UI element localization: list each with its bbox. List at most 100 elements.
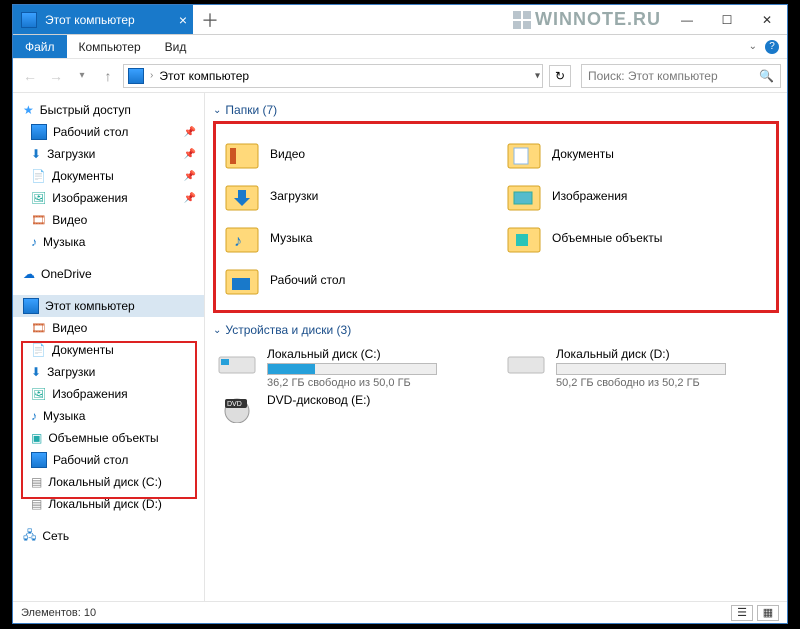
pc-icon (128, 68, 144, 84)
window-close-button[interactable]: ✕ (747, 5, 787, 34)
picture-icon: 🖼 (31, 387, 46, 401)
pin-icon: 📌 (184, 193, 196, 204)
folders-group-header[interactable]: ⌄ Папки (7) (213, 103, 779, 117)
sidebar-qa-videos[interactable]: 🎞Видео (13, 209, 204, 231)
music-icon: ♪ (31, 235, 37, 249)
drive-d-label: Локальный диск (D:) (556, 347, 726, 361)
folder-music-icon: ♪ (224, 220, 260, 256)
sidebar-qa-music[interactable]: ♪Музыка (13, 231, 204, 253)
address-dropdown-icon[interactable]: ▾ (535, 70, 540, 81)
document-icon: 📄 (31, 343, 46, 357)
folder-desktop[interactable]: Рабочий стол (224, 260, 486, 300)
tab-close-icon[interactable]: × (179, 12, 187, 28)
folder-music[interactable]: ♪Музыка (224, 218, 486, 258)
pc-icon (21, 12, 37, 28)
folder-3d-objects[interactable]: Объемные объекты (506, 218, 768, 258)
body: ★ Быстрый доступ Рабочий стол📌 ⬇Загрузки… (13, 93, 787, 601)
drive-d-usage-bar (556, 363, 726, 375)
drives-group-header[interactable]: ⌄ Устройства и диски (3) (213, 323, 779, 337)
video-icon: 🎞 (31, 321, 46, 335)
sidebar-pc-pictures[interactable]: 🖼Изображения (13, 383, 204, 405)
chevron-down-icon: ⌄ (213, 105, 221, 116)
forward-button[interactable]: → (45, 65, 67, 87)
breadcrumb-text: Этот компьютер (159, 69, 249, 83)
statusbar: Элементов: 10 ☰ ▦ (13, 601, 787, 623)
pc-icon (23, 298, 39, 314)
folder-video-icon (224, 136, 260, 172)
window-controls: — ☐ ✕ (667, 5, 787, 34)
explorer-window: Этот компьютер × ＋ WINNOTE.RU — ☐ ✕ Файл… (12, 4, 788, 624)
sidebar-pc-3d[interactable]: ▣Объемные объекты (13, 427, 204, 449)
sidebar-pc-downloads[interactable]: ⬇Загрузки (13, 361, 204, 383)
folder-document-icon (506, 136, 542, 172)
drive-d-freespace: 50,2 ГБ свободно из 50,2 ГБ (556, 377, 726, 389)
drive-icon: ▤ (31, 497, 42, 511)
pin-icon: 📌 (184, 127, 196, 138)
recent-dropdown[interactable]: ▾ (71, 65, 93, 87)
drive-dvd[interactable]: DVD DVD-дисковод (E:) (217, 393, 486, 425)
search-icon: 🔍 (759, 69, 774, 83)
sidebar-onedrive[interactable]: ☁OneDrive (13, 263, 204, 285)
document-icon: 📄 (31, 169, 46, 183)
cloud-icon: ☁ (23, 267, 35, 281)
tab-title: Этот компьютер (45, 13, 135, 27)
cube-icon: ▣ (31, 431, 42, 445)
refresh-button[interactable]: ↻ (549, 65, 571, 87)
menu-view[interactable]: Вид (153, 35, 199, 58)
drive-c-label: Локальный диск (C:) (267, 347, 437, 361)
menu-file[interactable]: Файл (13, 35, 67, 58)
drive-c-usage-bar (267, 363, 437, 375)
watermark: WINNOTE.RU (227, 5, 667, 34)
folder-picture-icon (506, 178, 542, 214)
desktop-icon (31, 124, 47, 140)
help-icon[interactable]: ? (765, 40, 779, 54)
expand-ribbon-icon[interactable]: ⌄ (749, 41, 757, 52)
chevron-down-icon: ⌄ (213, 325, 221, 336)
sidebar-qa-desktop[interactable]: Рабочий стол📌 (13, 121, 204, 143)
titlebar: Этот компьютер × ＋ WINNOTE.RU — ☐ ✕ (13, 5, 787, 35)
sidebar-quick-access[interactable]: ★ Быстрый доступ (13, 99, 204, 121)
download-icon: ⬇ (31, 365, 41, 379)
tiles-view-button[interactable]: ▦ (757, 605, 779, 621)
pin-icon: 📌 (184, 149, 196, 160)
maximize-button[interactable]: ☐ (707, 5, 747, 34)
menu-computer[interactable]: Компьютер (67, 35, 153, 58)
sidebar-this-pc[interactable]: Этот компьютер (13, 295, 204, 317)
drive-c[interactable]: Локальный диск (C:) 36,2 ГБ свободно из … (217, 347, 486, 389)
details-view-button[interactable]: ☰ (731, 605, 753, 621)
up-button[interactable]: ↑ (97, 65, 119, 87)
address-bar[interactable]: › Этот компьютер ▾ (123, 64, 543, 88)
sidebar: ★ Быстрый доступ Рабочий стол📌 ⬇Загрузки… (13, 93, 205, 601)
folder-documents[interactable]: Документы (506, 134, 768, 174)
minimize-button[interactable]: — (667, 5, 707, 34)
sidebar-pc-desktop[interactable]: Рабочий стол (13, 449, 204, 471)
sidebar-drive-c[interactable]: ▤Локальный диск (C:) (13, 471, 204, 493)
sidebar-qa-downloads[interactable]: ⬇Загрузки📌 (13, 143, 204, 165)
video-icon: 🎞 (31, 213, 46, 227)
new-tab-button[interactable]: ＋ (193, 5, 227, 34)
active-tab[interactable]: Этот компьютер × (13, 5, 193, 34)
sidebar-drive-d[interactable]: ▤Локальный диск (D:) (13, 493, 204, 515)
sidebar-qa-pictures[interactable]: 🖼Изображения📌 (13, 187, 204, 209)
sidebar-pc-videos[interactable]: 🎞Видео (13, 317, 204, 339)
folder-pictures[interactable]: Изображения (506, 176, 768, 216)
sidebar-pc-documents[interactable]: 📄Документы (13, 339, 204, 361)
drive-icon (217, 347, 257, 379)
folder-downloads[interactable]: Загрузки (224, 176, 486, 216)
chevron-right-icon: › (150, 70, 153, 81)
svg-text:DVD: DVD (227, 401, 242, 408)
sidebar-qa-documents[interactable]: 📄Документы📌 (13, 165, 204, 187)
pin-icon: 📌 (184, 171, 196, 182)
folder-download-icon (224, 178, 260, 214)
content-pane: ⌄ Папки (7) Видео Документы Загрузки Изо… (205, 93, 787, 601)
status-label: Элементов: (21, 607, 81, 619)
sidebar-pc-music[interactable]: ♪Музыка (13, 405, 204, 427)
drive-c-freespace: 36,2 ГБ свободно из 50,0 ГБ (267, 377, 437, 389)
sidebar-network[interactable]: 🖧Сеть (13, 525, 204, 547)
back-button[interactable]: ← (19, 65, 41, 87)
folder-videos[interactable]: Видео (224, 134, 486, 174)
search-input[interactable]: Поиск: Этот компьютер 🔍 (581, 64, 781, 88)
navbar: ← → ▾ ↑ › Этот компьютер ▾ ↻ Поиск: Этот… (13, 59, 787, 93)
drive-d[interactable]: Локальный диск (D:) 50,2 ГБ свободно из … (506, 347, 775, 389)
desktop-icon (31, 452, 47, 468)
